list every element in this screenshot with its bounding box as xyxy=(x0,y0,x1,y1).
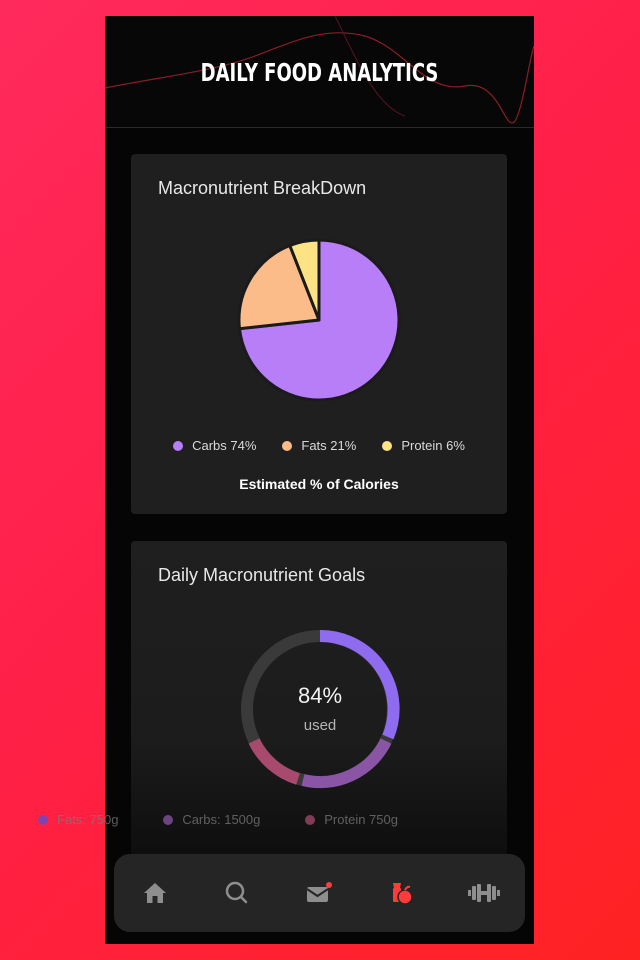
goals-legend-protein[interactable]: Protein 750g xyxy=(305,812,398,827)
percent-used-value: 84% xyxy=(297,683,343,708)
breakdown-legend: Carbs 74% Fats 21% Protein 6% xyxy=(131,438,507,453)
search-icon xyxy=(226,881,248,904)
dumbbell-icon xyxy=(467,884,500,902)
protein-legend-dot xyxy=(382,440,393,451)
goals-legend-carbs[interactable]: Carbs: 1500g xyxy=(163,812,260,827)
nav-home[interactable] xyxy=(135,873,175,913)
nav-messages[interactable] xyxy=(299,873,339,913)
legend-label: Protein 6% xyxy=(401,438,465,453)
legend-item-fats[interactable]: Fats 21% xyxy=(282,438,356,453)
carbs-goal-dot xyxy=(163,814,174,825)
donut-center: 84% used xyxy=(238,627,402,791)
bottom-navigation-bar xyxy=(114,854,525,932)
fats-goal-dot xyxy=(38,814,48,825)
legend-label: Fats 21% xyxy=(301,438,357,453)
macronutrient-pie-chart xyxy=(237,238,401,402)
phone-screen: DAILY FOOD ANALYTICS Macronutrient Break… xyxy=(105,16,534,944)
nav-search[interactable] xyxy=(217,873,257,913)
goals-legend-label: Protein 750g xyxy=(324,812,398,827)
page-title: DAILY FOOD ANALYTICS xyxy=(200,58,439,87)
goals-legend: Fats: 750g Carbs: 1500g Protein 750g xyxy=(38,812,398,827)
protein-goal-dot xyxy=(305,814,316,825)
food-icon xyxy=(392,883,413,905)
legend-item-protein[interactable]: Protein 6% xyxy=(382,438,465,453)
home-icon xyxy=(144,883,167,903)
fats-legend-dot xyxy=(282,440,293,451)
legend-item-carbs[interactable]: Carbs 74% xyxy=(173,438,256,453)
mail-icon xyxy=(306,882,333,902)
goals-legend-fats[interactable]: Fats: 750g xyxy=(38,812,118,827)
app-header: DAILY FOOD ANALYTICS xyxy=(105,16,534,128)
macronutrient-breakdown-card: Macronutrient BreakDown Carbs 74% Fats 2… xyxy=(131,154,507,514)
nav-food[interactable] xyxy=(382,873,422,913)
goals-legend-label: Fats: 750g xyxy=(57,812,119,827)
percent-used-label: used xyxy=(303,717,337,734)
chart-caption: Estimated % of Calories xyxy=(239,476,399,492)
legend-label: Carbs 74% xyxy=(192,438,257,453)
goals-title: Daily Macronutrient Goals xyxy=(158,565,366,585)
breakdown-title: Macronutrient BreakDown xyxy=(158,178,367,198)
carbs-legend-dot xyxy=(173,440,184,451)
goals-legend-label: Carbs: 1500g xyxy=(182,812,261,827)
nav-workout[interactable] xyxy=(464,873,504,913)
